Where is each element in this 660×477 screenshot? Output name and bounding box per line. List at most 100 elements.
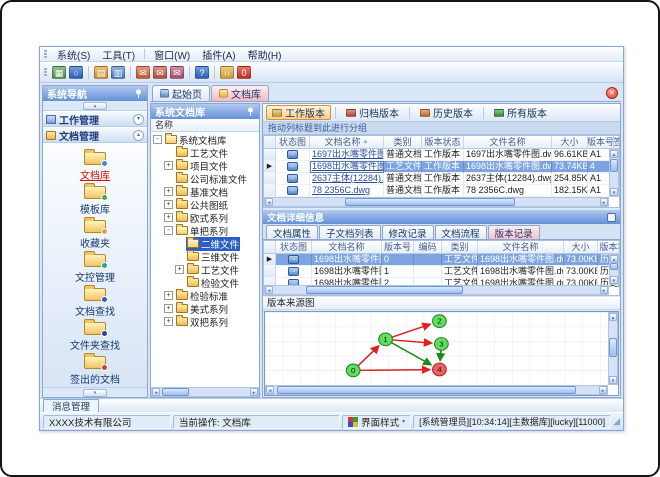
tree-node[interactable]: + 双把系列 [151,315,259,329]
detail-tab[interactable]: 版本记录 [487,225,540,240]
version-node-1[interactable]: 1 [378,332,393,347]
column-header[interactable]: 文件名称 [464,136,552,149]
sidebar-item[interactable]: 文控管理 [75,250,115,284]
sidebar-group-document-management[interactable]: 文档管理 ▴ [43,127,147,143]
detail-tab[interactable]: 修改记录 [381,225,434,240]
scroll-left-button[interactable]: ◂ [152,388,160,396]
scroll-track[interactable] [274,386,599,394]
tree-node[interactable]: + 项目文件 [151,159,259,173]
scroll-down-button[interactable]: ▾ [609,376,617,384]
detail-tab[interactable]: 文档流程 [434,225,487,240]
version-row[interactable]: →1698出水嘴零件图.dwg1工艺文件1698出水嘴零件图.dwg73.00K… [264,266,619,278]
globe-icon[interactable]: ○ [69,65,83,79]
column-header[interactable]: 文档名称 ▲ [310,136,384,149]
version-filter-button[interactable]: 历史版本 [414,105,479,120]
tree-expand-icon[interactable]: + [175,265,184,274]
help-icon[interactable]: ? [195,65,209,79]
tree-node[interactable]: + 基准文档 [151,185,259,199]
document-row[interactable]: →1697出水嘴零件图.dwg普通文档工作版本1697出水嘴零件图.dwg96.… [264,149,619,161]
scroll-right-button[interactable]: ▸ [600,198,608,206]
tab-selected[interactable]: 文档库 [211,85,269,101]
close-tab-button[interactable]: ✕ [606,87,618,99]
tab-item[interactable]: 起始页 [152,85,210,101]
column-header[interactable]: 类别 [442,241,478,254]
menu-grip-handle[interactable] [44,49,47,59]
scroll-left-button[interactable]: ◂ [265,286,273,294]
column-header[interactable]: 版本号 [382,241,414,254]
column-header[interactable]: 文档名称 [312,241,382,254]
tree-node[interactable]: - 系统文档库 [151,133,259,147]
scroll-right-button[interactable]: ▸ [250,388,258,396]
documents-grid-horizontal-scrollbar[interactable]: ◂ ▸ [264,197,609,207]
version-grid-vertical-scrollbar[interactable]: ▴ ▾ [609,254,619,285]
scroll-left-button[interactable]: ◂ [266,386,274,394]
scroll-down-button[interactable]: ▾ [610,276,618,284]
document-row[interactable]: →2637主体(12284).dwg普通文档工作版本2637主体(12284).… [264,173,619,185]
folder-computer-icon[interactable]: ▥ [111,65,125,79]
scroll-down-button[interactable]: ▾ [610,188,618,196]
remote-desktop-icon[interactable]: ▦ [52,65,66,79]
scroll-track[interactable] [160,388,250,396]
tree-horizontal-scrollbar[interactable]: ◂ ▸ [151,387,259,397]
scroll-right-button[interactable]: ▸ [599,386,607,394]
tree-node[interactable]: 检验文件 [151,276,259,290]
sidebar-item[interactable]: 签出的文档 [70,352,120,386]
column-header[interactable]: 类别 [384,136,422,149]
scroll-track[interactable] [273,286,600,294]
tree-collapse-icon[interactable]: - [153,135,162,144]
scroll-up-button[interactable]: ▴ [610,150,618,158]
lock-icon[interactable]: ∩ [220,65,234,79]
column-header[interactable]: 版本状态 [422,136,464,149]
tree-expand-icon[interactable]: + [164,200,173,209]
version-filter-button[interactable]: 所有版本 [488,105,553,120]
pin-icon[interactable] [133,89,143,99]
scroll-track[interactable] [610,263,618,276]
sidebar-item[interactable]: 文档库 [80,148,110,182]
column-header[interactable]: 状态图 [276,136,310,149]
tree-node[interactable]: + 欧式系列 [151,211,259,225]
scroll-up-button[interactable]: ▴ [609,313,617,321]
scroll-track[interactable] [273,198,600,206]
scroll-track[interactable] [610,158,618,188]
tree-node[interactable]: + 检验标准 [151,289,259,303]
document-row[interactable]: ▶→1698出水嘴零件图.dwg工艺文件工作版本1698出水嘴零件图.dwg73… [264,161,619,173]
documents-grid-vertical-scrollbar[interactable]: ▴ ▾ [609,149,619,197]
sidebar-group-work-management[interactable]: 工作管理 ▾ [43,111,147,127]
tree-expand-icon[interactable]: + [164,317,173,326]
tree-expand-icon[interactable]: + [164,304,173,313]
detail-tab[interactable]: 子文档列表 [319,225,381,240]
mail-new-icon[interactable]: ✉ [136,65,150,79]
resize-grip[interactable]: ◢ [613,416,620,427]
scroll-up-button[interactable]: ▴ [83,101,107,110]
version-node-4[interactable]: 4 [432,362,447,377]
scroll-down-button[interactable]: ▾ [83,388,107,397]
tree-node[interactable]: + 公共图纸 [151,198,259,212]
column-header[interactable]: 大小 [552,136,588,149]
exit-icon[interactable]: 0 [237,65,251,79]
scroll-track[interactable] [609,321,617,376]
version-node-2[interactable]: 2 [432,314,447,328]
panel-options-button[interactable] [607,212,616,222]
message-management-tab[interactable]: 消息管理 [43,399,100,413]
tree-node[interactable]: + 美式系列 [151,302,259,316]
tree-node[interactable]: 工艺文件 [151,146,259,160]
mail-in-icon[interactable]: ✉ [170,65,184,79]
sidebar-item[interactable]: 文件夹查找 [70,318,120,352]
column-header[interactable]: 编码 [414,241,442,254]
version-node-3[interactable]: 3 [434,337,449,351]
folder-open-icon[interactable]: ▤ [94,65,108,79]
version-node-0[interactable]: 0 [345,363,361,378]
sidebar-item[interactable]: 文档查找 [75,284,115,318]
document-row[interactable]: → 78 2356C.dwg 普通文档 工作版本 78 2356C.dwg 182.15K… [264,185,619,197]
scroll-up-button[interactable]: ▴ [610,255,618,263]
menu-item-2[interactable]: 工具(T) [97,47,140,62]
menu-item-1[interactable]: 系统(S) [52,47,95,62]
version-filter-button[interactable]: 归档版本 [340,105,405,120]
column-header[interactable]: 文件名称 [478,241,564,254]
version-grid-horizontal-scrollbar[interactable]: ◂ ▸ [264,285,609,295]
mail-out-icon[interactable]: ✉ [153,65,167,79]
version-filter-button[interactable]: 工作版本 [266,105,331,120]
toolbar-grip-handle[interactable] [44,67,47,77]
menu-item-3[interactable]: 窗口(W) [149,47,195,62]
tree-expand-icon[interactable]: + [164,213,173,222]
